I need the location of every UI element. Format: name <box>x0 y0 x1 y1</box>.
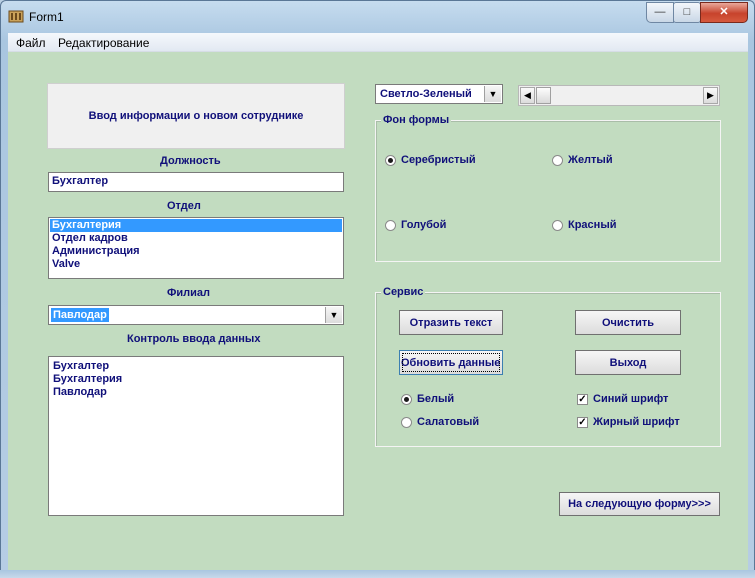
data-control-line: Бухгалтерия <box>53 373 123 385</box>
desktop-strip <box>0 570 755 578</box>
header-panel-text: Ввод информации о новом сотруднике <box>88 110 304 122</box>
radio-yellow-indicator[interactable] <box>552 154 563 166</box>
data-control-textbox[interactable]: Бухгалтер Бухгалтерия Павлодар <box>48 356 344 516</box>
radio-silver-indicator[interactable] <box>385 154 396 166</box>
radio-light-blue-indicator[interactable] <box>385 219 396 231</box>
header-panel: Ввод информации о новом сотруднике <box>47 83 345 149</box>
next-form-button[interactable]: На следующую форму>>> <box>559 492 720 516</box>
color-combobox[interactable]: Светло-Зеленый ▼ <box>375 84 503 104</box>
menu-edit[interactable]: Редактирование <box>58 36 149 50</box>
radio-light-blue-label: Голубой <box>401 219 447 231</box>
radio-red-label: Красный <box>568 219 617 231</box>
app-icon <box>8 10 24 23</box>
title-bar[interactable]: Form1 — □ ✕ <box>1 1 754 31</box>
reflect-text-button[interactable]: Отразить текст <box>399 310 503 335</box>
radio-red[interactable]: Красный <box>552 219 616 231</box>
radio-red-indicator[interactable] <box>552 219 563 231</box>
menu-bar: Файл Редактирование <box>8 33 748 52</box>
scrollbar-thumb[interactable] <box>536 87 551 104</box>
service-group-title: Сервис <box>381 286 426 298</box>
checkbox-bold-font-label: Жирный шрифт <box>593 416 680 428</box>
radio-yellow-label: Желтый <box>568 154 613 166</box>
close-button[interactable]: ✕ <box>700 2 748 23</box>
scroll-left-icon[interactable]: ◀ <box>520 87 535 104</box>
department-listbox[interactable]: Бухгалтерия Отдел кадров Администрация V… <box>48 217 344 279</box>
department-item-accounting[interactable]: Бухгалтерия <box>50 219 342 232</box>
background-group-title: Фон формы <box>381 114 452 126</box>
branch-combobox[interactable]: Павлодар ▼ <box>48 305 344 325</box>
department-item-admin[interactable]: Администрация <box>50 245 342 258</box>
department-item-hr[interactable]: Отдел кадров <box>50 232 342 245</box>
radio-white-label: Белый <box>417 393 455 405</box>
department-item-valve[interactable]: Valve <box>50 258 342 271</box>
radio-silver[interactable]: Серебристый <box>385 154 476 166</box>
menu-file[interactable]: Файл <box>16 36 46 50</box>
color-combobox-value: Светло-Зеленый <box>380 88 472 100</box>
radio-silver-label: Серебристый <box>401 154 476 166</box>
data-control-line: Павлодар <box>53 386 107 398</box>
position-label: Должность <box>160 155 221 167</box>
update-data-button[interactable]: Обновить данные <box>399 350 503 375</box>
service-groupbox: Сервис Отразить текст Очистить Обновить … <box>375 286 721 447</box>
branch-label: Филиал <box>167 287 211 299</box>
clear-button[interactable]: Очистить <box>575 310 681 335</box>
radio-salad-indicator[interactable] <box>401 416 412 428</box>
radio-salad[interactable]: Салатовый <box>401 416 479 428</box>
checkmark-icon[interactable]: ✓ <box>577 393 588 405</box>
radio-salad-label: Салатовый <box>417 416 480 428</box>
window-title: Form1 <box>29 10 64 24</box>
department-label: Отдел <box>167 200 201 212</box>
checkbox-blue-font[interactable]: ✓ Синий шрифт <box>577 393 668 405</box>
chevron-down-icon[interactable]: ▼ <box>325 307 342 323</box>
minimize-button[interactable]: — <box>646 2 674 23</box>
scroll-right-icon[interactable]: ▶ <box>703 87 718 104</box>
radio-white[interactable]: Белый <box>401 393 454 405</box>
checkmark-icon[interactable]: ✓ <box>577 416 588 428</box>
main-window: Form1 — □ ✕ Файл Редактирование Ввод инф… <box>0 0 755 578</box>
chevron-down-icon[interactable]: ▼ <box>484 86 501 102</box>
data-control-line: Бухгалтер <box>53 360 110 372</box>
radio-light-blue[interactable]: Голубой <box>385 219 446 231</box>
checkbox-bold-font[interactable]: ✓ Жирный шрифт <box>577 416 680 428</box>
radio-yellow[interactable]: Желтый <box>552 154 613 166</box>
position-input[interactable]: Бухгалтер <box>48 172 344 192</box>
data-control-label: Контроль ввода данных <box>127 333 261 345</box>
form-client-area: Ввод информации о новом сотруднике Должн… <box>8 52 748 570</box>
checkbox-blue-font-label: Синий шрифт <box>593 393 669 405</box>
horizontal-scrollbar[interactable]: ◀ ▶ <box>518 85 720 106</box>
radio-white-indicator[interactable] <box>401 393 412 405</box>
background-groupbox: Фон формы Серебристый Желтый Голубой Кра… <box>375 114 721 262</box>
branch-combobox-value: Павлодар <box>51 308 109 322</box>
maximize-button[interactable]: □ <box>673 2 701 23</box>
exit-button[interactable]: Выход <box>575 350 681 375</box>
